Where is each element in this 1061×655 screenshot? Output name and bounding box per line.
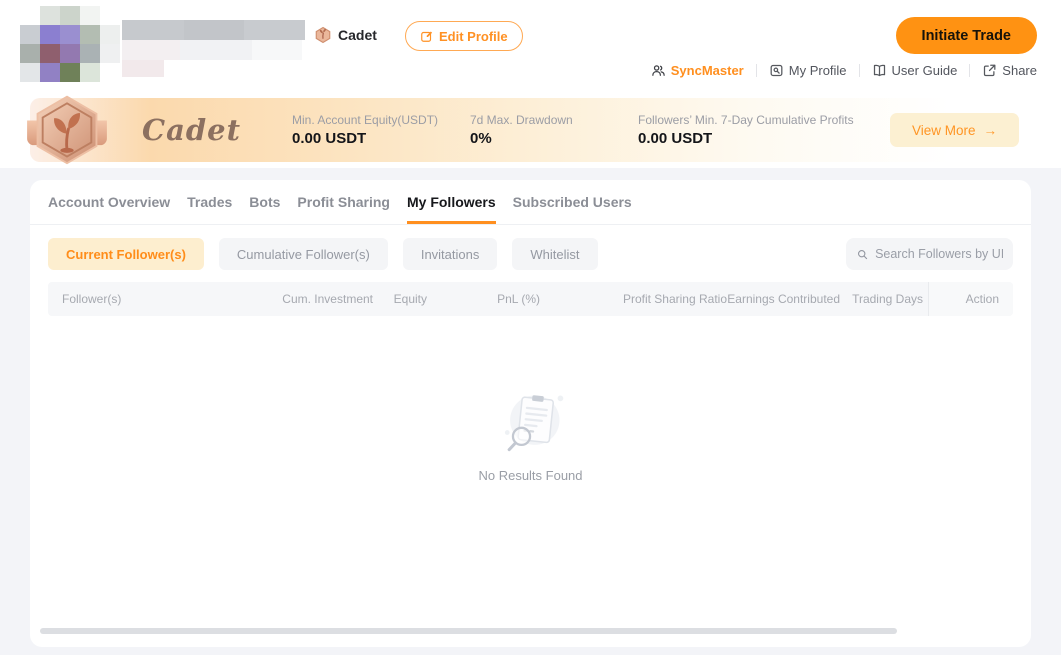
- banner-stats: Min. Account Equity(USDT) 0.00 USDT 7d M…: [292, 113, 868, 147]
- column-header-action: Action: [928, 282, 1013, 316]
- profile-card-icon: [769, 63, 784, 78]
- nav-link-my-profile[interactable]: My Profile: [769, 63, 847, 78]
- horizontal-scrollbar-thumb[interactable]: [40, 628, 897, 634]
- column-header-followers: Follower(s): [48, 292, 248, 306]
- column-header-profit-sharing-ratio: Profit Sharing Ratio: [540, 292, 727, 306]
- view-more-label: View More: [912, 123, 976, 138]
- stat-min-account-equity: Min. Account Equity(USDT) 0.00 USDT: [292, 113, 470, 147]
- avatar: [20, 6, 120, 82]
- column-header-cum-investment: Cum. Investment: [248, 292, 373, 306]
- filter-whitelist[interactable]: Whitelist: [512, 238, 597, 270]
- stat-label: 7d Max. Drawdown: [470, 113, 638, 127]
- search-icon: [856, 247, 869, 262]
- filter-cumulative-followers[interactable]: Cumulative Follower(s): [219, 238, 388, 270]
- nav-link-syncmaster[interactable]: SyncMaster: [651, 63, 744, 78]
- stat-followers-min-profits: Followers’ Min. 7-Day Cumulative Profits…: [638, 113, 868, 147]
- column-header-earnings-contributed: Earnings Contributed: [727, 292, 840, 306]
- nav-link-user-guide[interactable]: User Guide: [872, 63, 958, 78]
- arrow-right-icon: →: [984, 123, 998, 138]
- people-icon: [651, 63, 666, 78]
- nav-link-label: SyncMaster: [671, 63, 744, 78]
- tab-account-overview[interactable]: Account Overview: [48, 180, 170, 224]
- followers-table-header: Follower(s) Cum. Investment Equity PnL (…: [48, 282, 1013, 316]
- level-title: Cadet: [142, 113, 292, 147]
- level-chip: Cadet: [314, 26, 377, 44]
- profile-header: Cadet Edit Profile Initiate Trade SyncMa…: [0, 0, 1061, 92]
- search-box: [846, 238, 1013, 270]
- nav-link-label: User Guide: [892, 63, 958, 78]
- cadet-medal-mini-icon: [314, 26, 332, 44]
- empty-state-message: No Results Found: [478, 468, 582, 483]
- column-header-trading-days: Trading Days: [840, 292, 923, 306]
- filter-invitations[interactable]: Invitations: [403, 238, 498, 270]
- tab-trades[interactable]: Trades: [187, 180, 232, 224]
- tab-subscribed-users[interactable]: Subscribed Users: [513, 180, 632, 224]
- edit-profile-label: Edit Profile: [439, 29, 508, 44]
- username-redacted: [122, 20, 305, 77]
- cadet-medal-icon: [21, 91, 113, 167]
- column-header-pnl: PnL (%): [427, 292, 540, 306]
- share-icon: [982, 63, 997, 78]
- initiate-trade-label: Initiate Trade: [922, 28, 1011, 44]
- stat-value: 0.00 USDT: [292, 130, 470, 147]
- empty-state: No Results Found: [30, 386, 1031, 483]
- tab-profit-sharing[interactable]: Profit Sharing: [297, 180, 390, 224]
- no-results-icon: [493, 386, 569, 462]
- book-icon: [872, 63, 887, 78]
- nav-link-share[interactable]: Share: [982, 63, 1037, 78]
- stat-value: 0%: [470, 130, 638, 147]
- filter-current-followers[interactable]: Current Follower(s): [48, 238, 204, 270]
- nav-link-label: My Profile: [789, 63, 847, 78]
- search-input[interactable]: [875, 247, 1003, 261]
- stat-label: Followers’ Min. 7-Day Cumulative Profits: [638, 113, 868, 127]
- level-chip-label: Cadet: [338, 27, 377, 43]
- stat-label: Min. Account Equity(USDT): [292, 113, 470, 127]
- nav-separator: [756, 64, 757, 77]
- view-more-button[interactable]: View More →: [890, 113, 1019, 147]
- tab-bots[interactable]: Bots: [249, 180, 280, 224]
- followers-panel: Account Overview Trades Bots Profit Shar…: [30, 180, 1031, 647]
- filter-bar: Current Follower(s) Cumulative Follower(…: [30, 225, 1031, 270]
- header-nav-links: SyncMaster My Profile User Guide: [651, 63, 1037, 78]
- nav-link-label: Share: [1002, 63, 1037, 78]
- nav-separator: [969, 64, 970, 77]
- edit-pencil-icon: [420, 29, 434, 43]
- level-banner: Cadet Min. Account Equity(USDT) 0.00 USD…: [30, 98, 1031, 162]
- nav-separator: [859, 64, 860, 77]
- top-section: Cadet Edit Profile Initiate Trade SyncMa…: [0, 0, 1061, 168]
- stat-7d-max-drawdown: 7d Max. Drawdown 0%: [470, 113, 638, 147]
- initiate-trade-button[interactable]: Initiate Trade: [896, 17, 1037, 54]
- column-header-equity: Equity: [373, 292, 427, 306]
- tab-my-followers[interactable]: My Followers: [407, 180, 496, 224]
- edit-profile-button[interactable]: Edit Profile: [405, 21, 523, 51]
- stat-value: 0.00 USDT: [638, 130, 868, 147]
- tab-bar: Account Overview Trades Bots Profit Shar…: [30, 180, 1031, 225]
